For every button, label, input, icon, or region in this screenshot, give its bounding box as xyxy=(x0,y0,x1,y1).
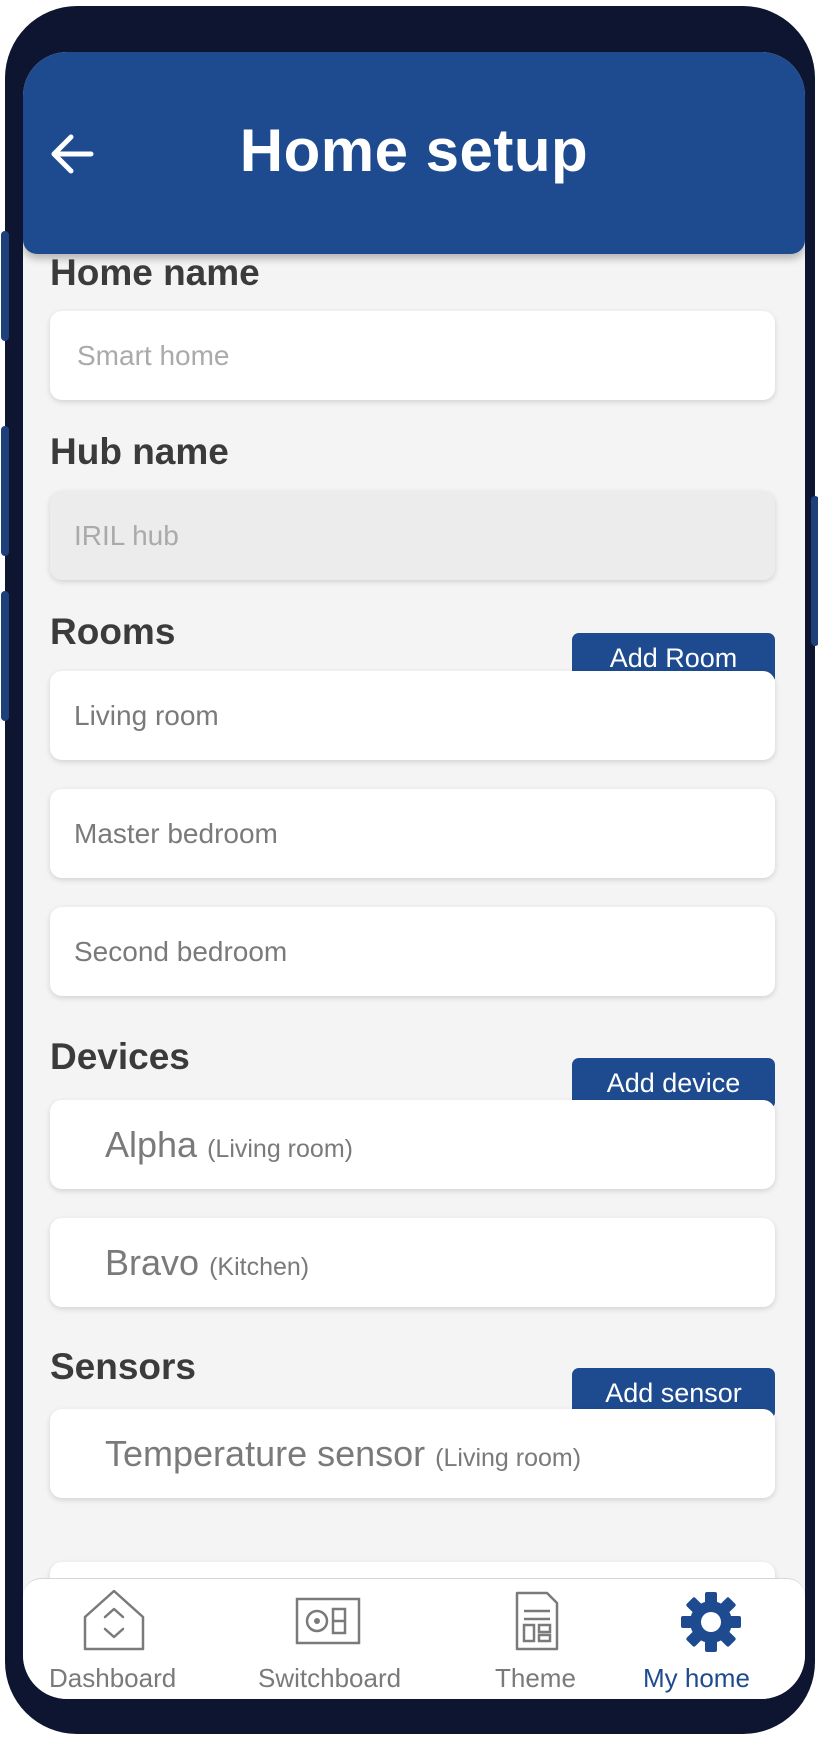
app-header: Home setup xyxy=(23,52,805,254)
phone-side-button xyxy=(1,426,9,556)
bottom-nav: Dashboard Switchboard Theme My home xyxy=(23,1578,805,1699)
phone-frame: Home setup Home name Smart home Hub name… xyxy=(1,6,818,1734)
device-item-label: Bravo (Kitchen) xyxy=(105,1218,309,1312)
device-name: Alpha xyxy=(105,1124,198,1165)
nav-dashboard[interactable]: Dashboard xyxy=(43,1579,193,1699)
room-item-label: Living room xyxy=(74,700,219,731)
gear-icon xyxy=(681,1592,741,1652)
page-title: Home setup xyxy=(239,117,589,184)
rooms-label: Rooms xyxy=(50,611,176,652)
sensor-item-label: Temperature sensor (Living room) xyxy=(105,1409,581,1503)
hub-name-label: Hub name xyxy=(50,431,229,472)
room-item[interactable]: Living room xyxy=(50,671,775,760)
phone-side-button xyxy=(1,231,9,341)
switchboard-icon xyxy=(295,1597,361,1645)
nav-my-home-label: My home xyxy=(643,1663,750,1693)
home-name-field[interactable]: Smart home xyxy=(50,311,775,400)
room-item[interactable]: Second bedroom xyxy=(50,907,775,996)
nav-theme[interactable]: Theme xyxy=(495,1579,595,1699)
hub-name-field: IRIL hub xyxy=(50,491,775,580)
sensor-name: Temperature sensor xyxy=(105,1433,426,1474)
sensor-item[interactable]: Temperature sensor (Living room) xyxy=(50,1409,775,1498)
nav-dashboard-label: Dashboard xyxy=(49,1663,177,1693)
device-item[interactable]: Bravo (Kitchen) xyxy=(50,1218,775,1307)
devices-label: Devices xyxy=(50,1036,190,1077)
room-item-label: Master bedroom xyxy=(74,818,278,849)
sensor-room: (Living room) xyxy=(435,1444,582,1472)
sensors-label: Sensors xyxy=(50,1346,197,1387)
device-item-label: Alpha (Living room) xyxy=(105,1100,353,1194)
app-screen: Home setup Home name Smart home Hub name… xyxy=(23,52,805,1699)
room-item-label: Second bedroom xyxy=(74,936,288,967)
home-name-placeholder: Smart home xyxy=(77,340,230,371)
phone-side-button xyxy=(811,496,818,646)
nav-switchboard[interactable]: Switchboard xyxy=(258,1579,428,1699)
theme-icon xyxy=(515,1591,559,1651)
device-name: Bravo xyxy=(105,1242,200,1283)
device-room: (Kitchen) xyxy=(209,1253,310,1281)
room-item[interactable]: Master bedroom xyxy=(50,789,775,878)
device-room: (Living room) xyxy=(207,1135,353,1163)
phone-side-button xyxy=(1,591,9,721)
hub-name-value: IRIL hub xyxy=(74,520,179,551)
home-name-label: Home name xyxy=(50,252,260,293)
nav-theme-label: Theme xyxy=(495,1663,576,1693)
nav-switchboard-label: Switchboard xyxy=(258,1663,402,1693)
device-item[interactable]: Alpha (Living room) xyxy=(50,1100,775,1189)
dashboard-icon xyxy=(83,1589,145,1651)
nav-my-home[interactable]: My home xyxy=(643,1579,803,1699)
